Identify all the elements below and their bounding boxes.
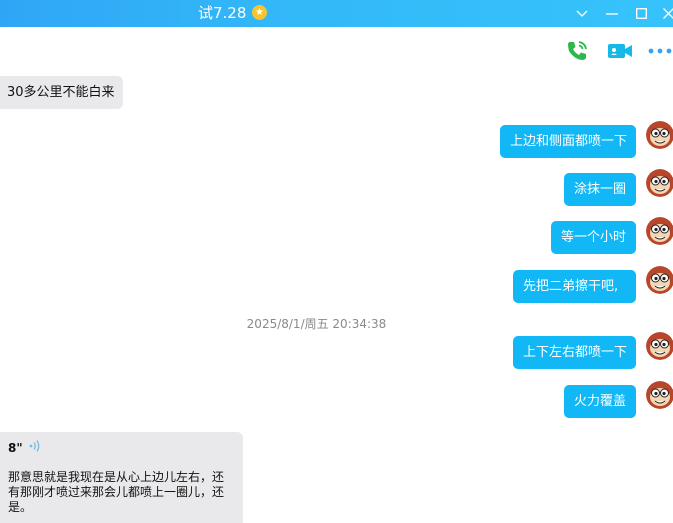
message-bubble-outgoing[interactable]: 上下左右都喷一下: [513, 336, 636, 369]
monkey-avatar-icon: [646, 217, 673, 245]
close-icon: [662, 8, 673, 19]
message-bubble-outgoing[interactable]: 先把二弟擦干吧,: [513, 270, 636, 303]
more-icon: [648, 48, 672, 54]
voice-duration: 8": [8, 441, 23, 455]
message-bubble-outgoing[interactable]: 火力覆盖: [564, 385, 636, 418]
close-button[interactable]: [656, 0, 673, 27]
monkey-avatar-icon: [646, 121, 673, 149]
monkey-avatar-icon: [646, 381, 673, 409]
maximize-button[interactable]: [629, 0, 653, 27]
avatar[interactable]: [646, 332, 673, 360]
monkey-avatar-icon: [646, 332, 673, 360]
star-badge-icon: ★: [252, 5, 267, 20]
more-button[interactable]: [646, 38, 673, 64]
dropdown-button[interactable]: [570, 0, 594, 27]
video-icon: [608, 44, 632, 58]
title-bar: 试7.28 ★: [0, 0, 673, 27]
monkey-avatar-icon: [646, 169, 673, 197]
avatar[interactable]: [646, 266, 673, 294]
avatar[interactable]: [646, 217, 673, 245]
message-timestamp: 2025/8/1/周五 20:34:38: [246, 317, 387, 331]
chevron-down-icon: [576, 10, 588, 17]
maximize-icon: [635, 8, 647, 19]
window-title: 试7.28: [198, 4, 247, 22]
voice-message-card[interactable]: 8" 那意思就是我现在是从心上边儿左右，还有那刚才喷过来那会儿都喷上一圈儿，还是…: [0, 432, 243, 523]
message-bubble-outgoing[interactable]: 等一个小时: [551, 221, 636, 254]
monkey-avatar-icon: [646, 266, 673, 294]
voice-call-button[interactable]: [563, 38, 591, 64]
message-bubble-incoming[interactable]: 30多公里不能白来: [0, 76, 123, 109]
voice-transcript: 那意思就是我现在是从心上边儿左右，还有那刚才喷过来那会儿都喷上一圈儿，还是。: [8, 470, 225, 514]
avatar[interactable]: [646, 381, 673, 409]
message-bubble-outgoing[interactable]: 上边和侧面都喷一下: [500, 125, 636, 158]
avatar[interactable]: [646, 169, 673, 197]
voice-wave-icon[interactable]: [28, 439, 42, 456]
minimize-button[interactable]: [600, 0, 624, 27]
avatar[interactable]: [646, 121, 673, 149]
phone-icon: [568, 41, 587, 60]
video-call-button[interactable]: [606, 38, 634, 64]
minimize-icon: [606, 12, 618, 15]
message-bubble-outgoing[interactable]: 涂抹一圈: [564, 173, 636, 206]
